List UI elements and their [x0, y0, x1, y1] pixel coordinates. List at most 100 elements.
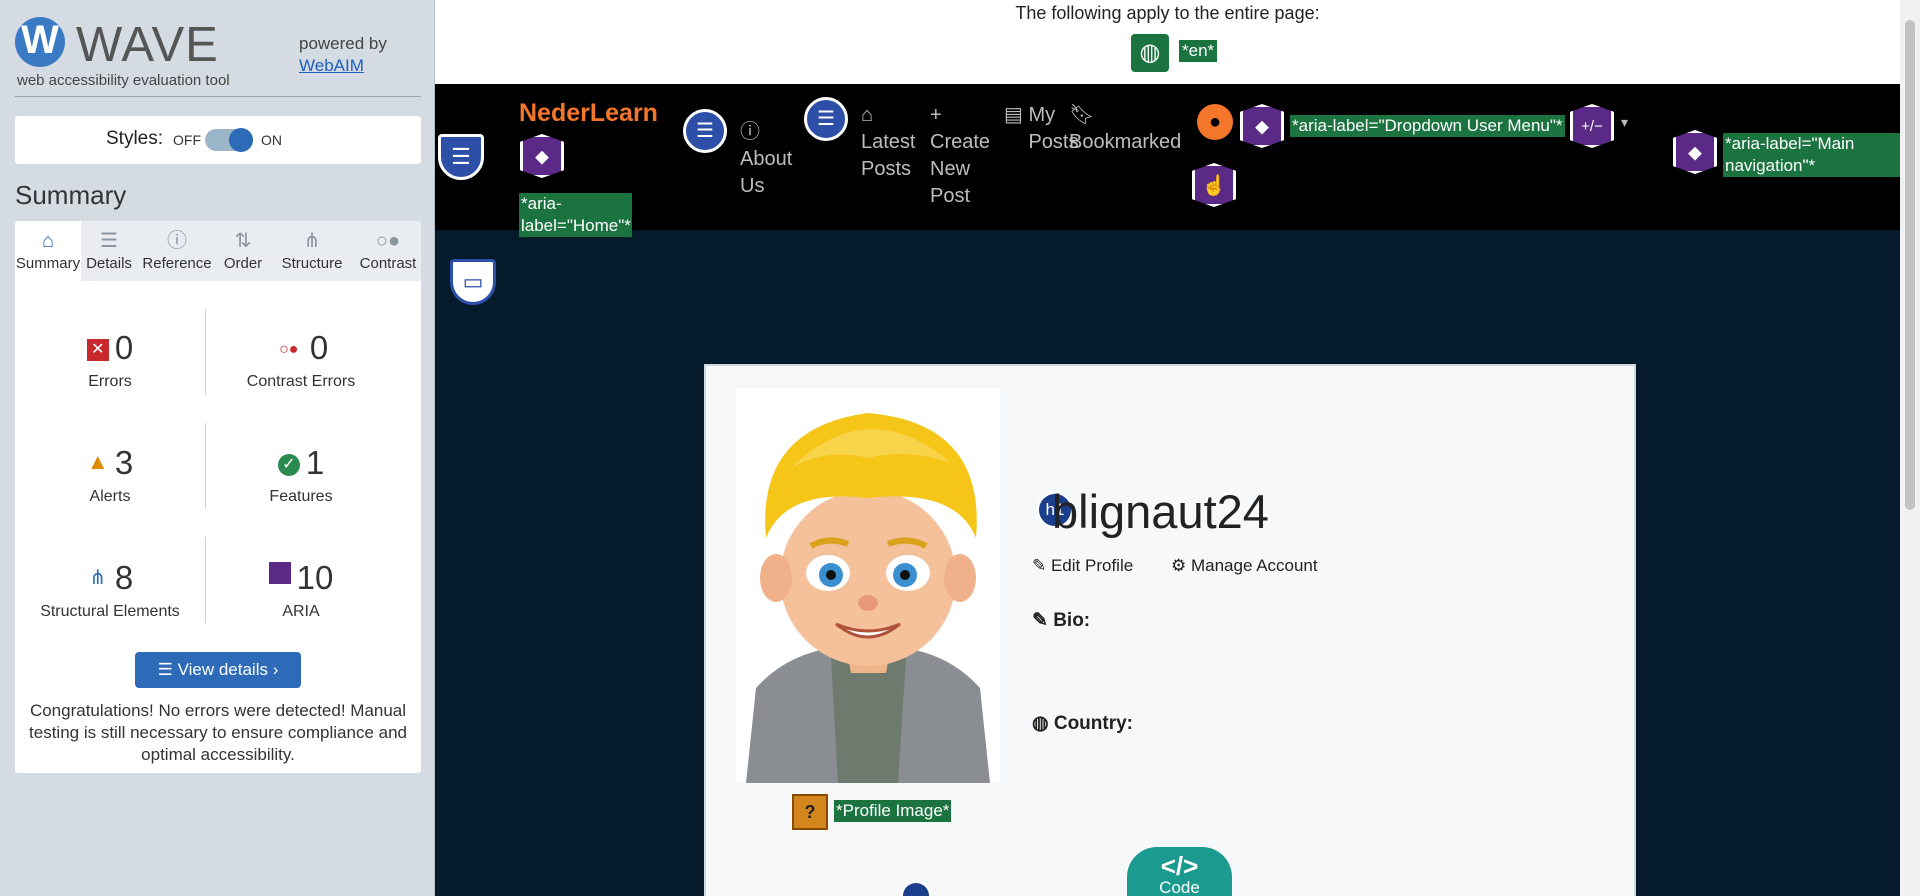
structure-icon: ⋔ — [89, 567, 107, 589]
tab-label: Contrast — [359, 255, 417, 272]
brand-link[interactable]: NederLearn — [519, 99, 658, 128]
user-icon[interactable]: ● — [1197, 104, 1233, 140]
globe-icon[interactable]: ◍ — [1131, 34, 1169, 72]
alerts-label: Alerts — [89, 488, 131, 505]
alert-image-icon[interactable]: ? — [792, 794, 828, 830]
code-label: Code — [1159, 878, 1200, 896]
manage-account-label: Manage Account — [1190, 556, 1318, 575]
summary-message: Congratulations! No errors were detected… — [29, 701, 407, 764]
summary-panel: ⌂ Summary ☰ Details ⓘ Reference ⇅ Order ⋔ Str… — [15, 221, 421, 773]
tab-label: Structure — [281, 255, 343, 272]
aria-tag-icon[interactable]: ⬥ — [1673, 130, 1717, 174]
nav-create[interactable]: + Create New Post — [930, 102, 992, 210]
stat-aria[interactable]: 10 ARIA — [206, 559, 396, 621]
feature-check-icon: ✓ — [277, 454, 300, 476]
partial-icons — [901, 881, 961, 896]
wave-tagline: web accessibility evaluation tool — [17, 72, 230, 89]
summary-heading: Summary — [15, 180, 127, 210]
nav-create-label: Create New Post — [930, 131, 991, 207]
info-icon: ⓘ — [167, 230, 187, 252]
scrollbar[interactable] — [1900, 0, 1920, 896]
powered-by: powered by WebAIM — [299, 33, 387, 77]
edit-icon: ✎ — [1032, 556, 1051, 575]
caret-down-icon[interactable]: ▾ — [1621, 114, 1628, 131]
tab-contrast[interactable]: ○● Contrast — [355, 221, 421, 281]
home-aria-label-text: *aria-label="Home"* — [519, 193, 632, 237]
wave-sidebar: W WAVE web accessibility evaluation tool… — [0, 0, 435, 896]
aria-icon — [268, 562, 291, 584]
view-details-button[interactable]: ☰ View details › — [135, 652, 301, 688]
aria-count: 10 — [296, 559, 334, 596]
navigation-landmark-icon[interactable]: ☰ — [438, 134, 484, 180]
nav-about[interactable]: ⓘ About Us — [740, 119, 800, 200]
structural-count: 8 — [114, 559, 134, 596]
code-toggle-button[interactable]: </> Code — [1127, 847, 1232, 896]
manage-account-link[interactable]: ⚙ Manage Account — [1171, 556, 1318, 576]
bio-text: Bio: — [1053, 610, 1091, 631]
edit-profile-label: Edit Profile — [1050, 556, 1134, 575]
home-icon: ⌂ — [41, 230, 55, 252]
gear-icon: ⚙ — [1171, 556, 1191, 575]
profile-image-label: *Profile Image* — [834, 800, 952, 822]
profile-card: h1 blignaut24 ✎ Edit Profile ⚙ Manage Ac… — [704, 364, 1636, 896]
alert-icon: ▲ — [86, 449, 109, 474]
language-tag: *en* — [1179, 40, 1218, 62]
aria-tag-icon[interactable]: ⬥ — [1240, 104, 1284, 148]
styles-toggle[interactable] — [205, 128, 253, 152]
stat-features[interactable]: ✓ 1 Features — [206, 444, 396, 506]
errors-count: 0 — [114, 329, 134, 366]
nav-bookmarked[interactable]: 🔖︎ Bookmarked — [1069, 102, 1181, 156]
contrast-error-icon: ○● — [279, 341, 299, 358]
tab-bar: ⌂ Summary ☰ Details ⓘ Reference ⇅ Order ⋔ Str… — [15, 221, 421, 281]
structural-label: Structural Elements — [40, 603, 180, 620]
tab-summary[interactable]: ⌂ Summary — [15, 221, 81, 281]
page-level-bar: The following apply to the entire page: … — [435, 0, 1900, 84]
order-icon: ⇅ — [234, 230, 252, 252]
tab-label: Summary — [15, 255, 81, 272]
stat-errors[interactable]: ✕ 0 Errors — [15, 329, 205, 391]
tab-label: Details — [86, 255, 132, 272]
wave-logo-icon: W — [15, 17, 65, 67]
styles-on-label: ON — [261, 132, 282, 148]
file-icon: ▤ — [1004, 104, 1029, 126]
powered-by-text: powered by — [299, 34, 387, 53]
scrollbar-thumb[interactable] — [1905, 20, 1915, 510]
view-details-label: View details › — [177, 660, 279, 679]
tab-order[interactable]: ⇅ Order — [217, 221, 269, 281]
nav-latest[interactable]: ⌂ Latest Posts — [861, 102, 921, 183]
aria-expanded-icon[interactable]: +/− — [1570, 104, 1614, 148]
pencil-icon: ✎ — [1032, 610, 1054, 631]
profile-avatar — [736, 388, 1000, 783]
stat-contrast[interactable]: ○● 0 Contrast Errors — [206, 329, 396, 391]
tab-label: Order — [223, 255, 263, 272]
bookmark-icon: 🔖︎ — [1069, 104, 1095, 126]
aria-tag-icon[interactable]: ⬥ — [520, 134, 564, 178]
aria-tabindex-icon[interactable]: ☝ — [1192, 163, 1236, 207]
globe-icon: ◍ — [1032, 713, 1054, 734]
styles-off-label: OFF — [173, 132, 201, 148]
edit-profile-link[interactable]: ✎ Edit Profile — [1032, 556, 1133, 576]
styles-label: Styles: — [106, 128, 164, 149]
list-icon: ☰ — [100, 230, 118, 252]
features-count: 1 — [305, 444, 325, 481]
main-landmark-icon[interactable]: ▭ — [450, 259, 496, 305]
tab-details[interactable]: ☰ Details — [81, 221, 137, 281]
tab-structure[interactable]: ⋔ Structure — [269, 221, 355, 281]
bio-label: ✎ Bio: — [1032, 609, 1090, 632]
country-text: Country: — [1053, 713, 1134, 734]
aria-label: ARIA — [282, 603, 320, 620]
error-icon: ✕ — [86, 339, 109, 361]
list-icon[interactable]: ☰ — [804, 97, 848, 141]
info-icon: ⓘ — [740, 121, 760, 143]
features-label: Features — [269, 488, 333, 505]
tab-reference[interactable]: ⓘ Reference — [137, 221, 217, 281]
evaluated-page: The following apply to the entire page: … — [435, 0, 1900, 896]
wave-title: WAVE — [76, 18, 219, 72]
nav-bookmarked-label: Bookmarked — [1069, 131, 1182, 153]
stat-alerts[interactable]: ▲ 3 Alerts — [15, 444, 205, 506]
divider — [15, 96, 421, 97]
list-icon[interactable]: ☰ — [683, 109, 727, 153]
heading-level-icon[interactable] — [901, 881, 931, 896]
webaim-link[interactable]: WebAIM — [299, 55, 387, 77]
stat-structural[interactable]: ⋔ 8 Structural Elements — [15, 559, 205, 621]
